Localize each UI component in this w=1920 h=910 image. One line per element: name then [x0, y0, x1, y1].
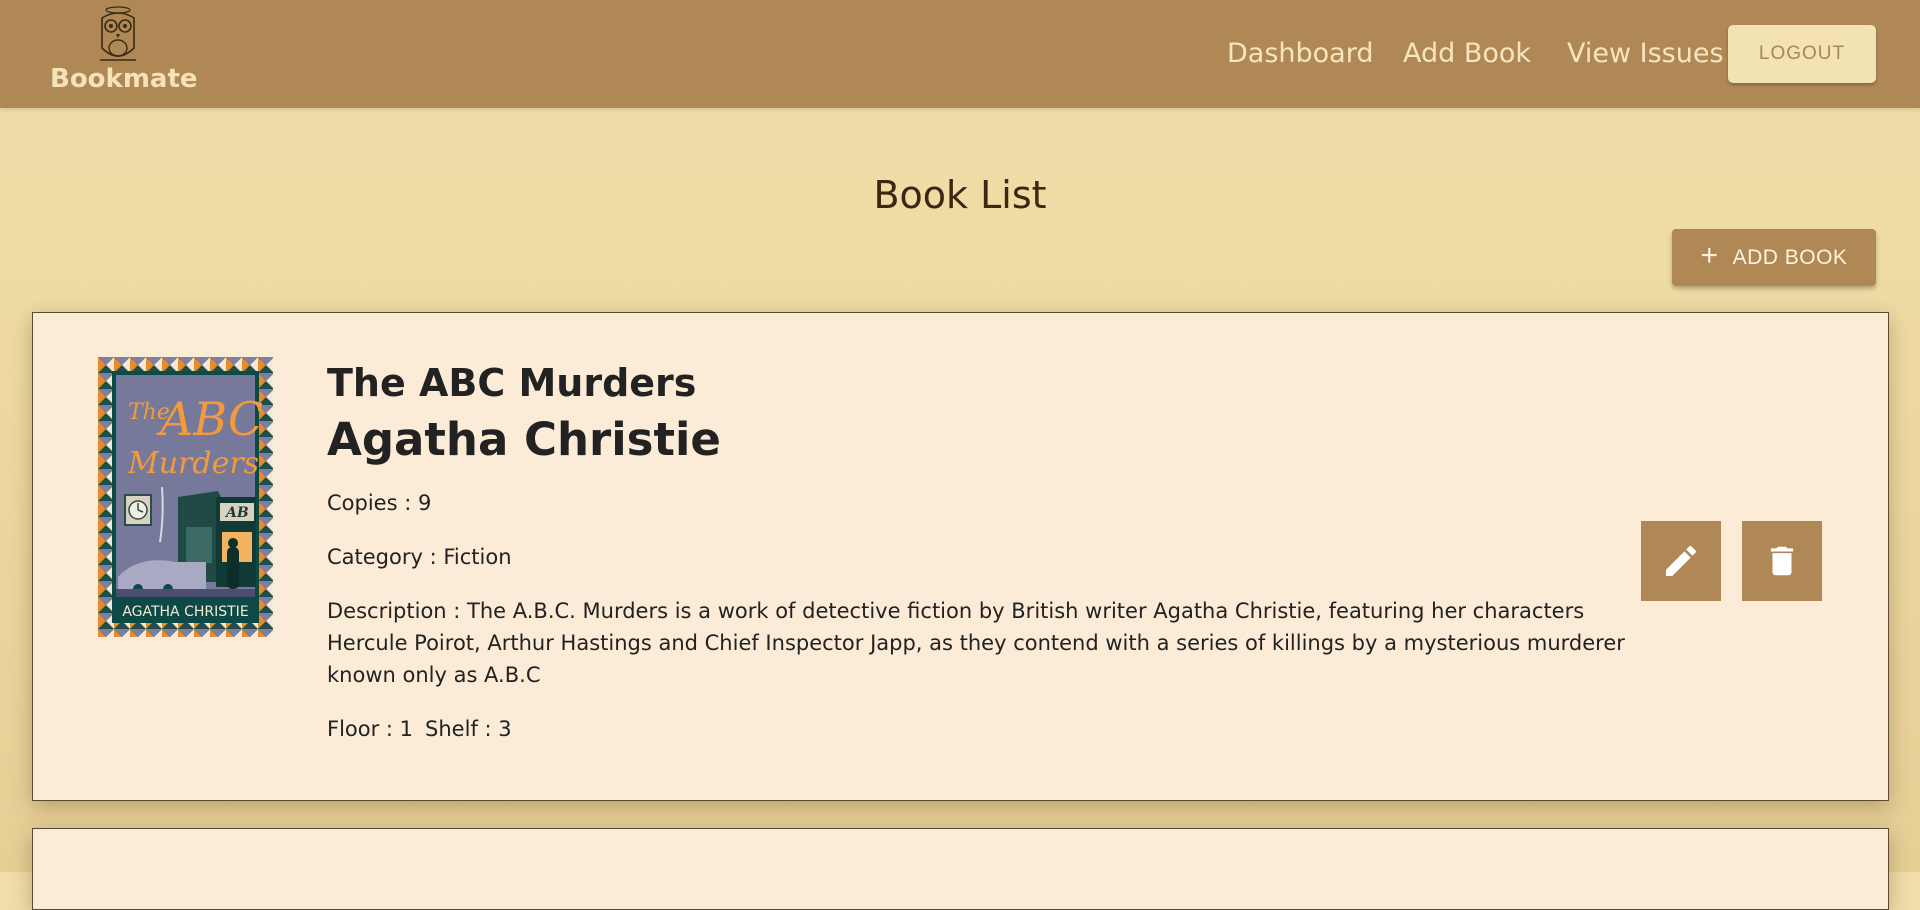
floor-label: Floor :	[327, 717, 400, 741]
cover-title-murders: Murders	[127, 446, 259, 481]
book-location: Floor : 1 Shelf : 3	[327, 713, 1647, 745]
logout-button[interactable]: LOGOUT	[1728, 25, 1876, 83]
delete-book-button[interactable]	[1742, 521, 1822, 601]
category-label: Category :	[327, 545, 444, 569]
book-copies: Copies : 9	[327, 487, 1647, 519]
book-category: Category : Fiction	[327, 541, 1647, 573]
nav-view-issues[interactable]: View Issues	[1567, 38, 1724, 69]
owl-logo-icon	[100, 6, 136, 61]
book-description: Description : The A.B.C. Murders is a wo…	[327, 595, 1647, 691]
page-title: Book List	[873, 173, 1047, 217]
plus-icon: +	[1700, 239, 1719, 272]
brand-name: Bookmate	[50, 64, 198, 94]
cover-title-abc: ABC	[156, 392, 263, 446]
book-info: The ABC Murders Agatha Christie Copies :…	[327, 357, 1647, 745]
edit-book-button[interactable]	[1641, 521, 1721, 601]
book-cover-image: The ABC Murders AB AGATHA CHRISTIE	[98, 357, 273, 637]
nav-add-book[interactable]: Add Book	[1403, 38, 1531, 69]
book-card-next	[32, 828, 1889, 910]
book-author: Agatha Christie	[327, 413, 721, 466]
description-label: Description :	[327, 599, 468, 623]
pencil-icon	[1666, 545, 1697, 576]
trash-icon	[1770, 546, 1794, 576]
book-title: The ABC Murders	[327, 361, 697, 405]
copies-label: Copies :	[327, 491, 418, 515]
shelf-label: Shelf :	[425, 717, 499, 741]
category-value: Fiction	[443, 545, 512, 569]
navbar: Bookmate Dashboard Add Book View Issues …	[0, 0, 1920, 108]
cover-author: AGATHA CHRISTIE	[122, 604, 248, 620]
cover-sign: AB	[224, 505, 249, 521]
add-book-button[interactable]: + ADD BOOK	[1672, 229, 1876, 286]
floor-value: 1	[399, 717, 414, 741]
nav-dashboard[interactable]: Dashboard	[1227, 38, 1373, 69]
description-value: The A.B.C. Murders is a work of detectiv…	[327, 599, 1625, 687]
add-book-label: ADD BOOK	[1732, 245, 1848, 269]
shelf-value: 3	[498, 717, 512, 741]
brand[interactable]: Bookmate	[50, 4, 198, 94]
copies-value: 9	[417, 491, 432, 515]
book-card: The ABC Murders AB AGATHA CHRISTIE The A…	[32, 312, 1889, 801]
